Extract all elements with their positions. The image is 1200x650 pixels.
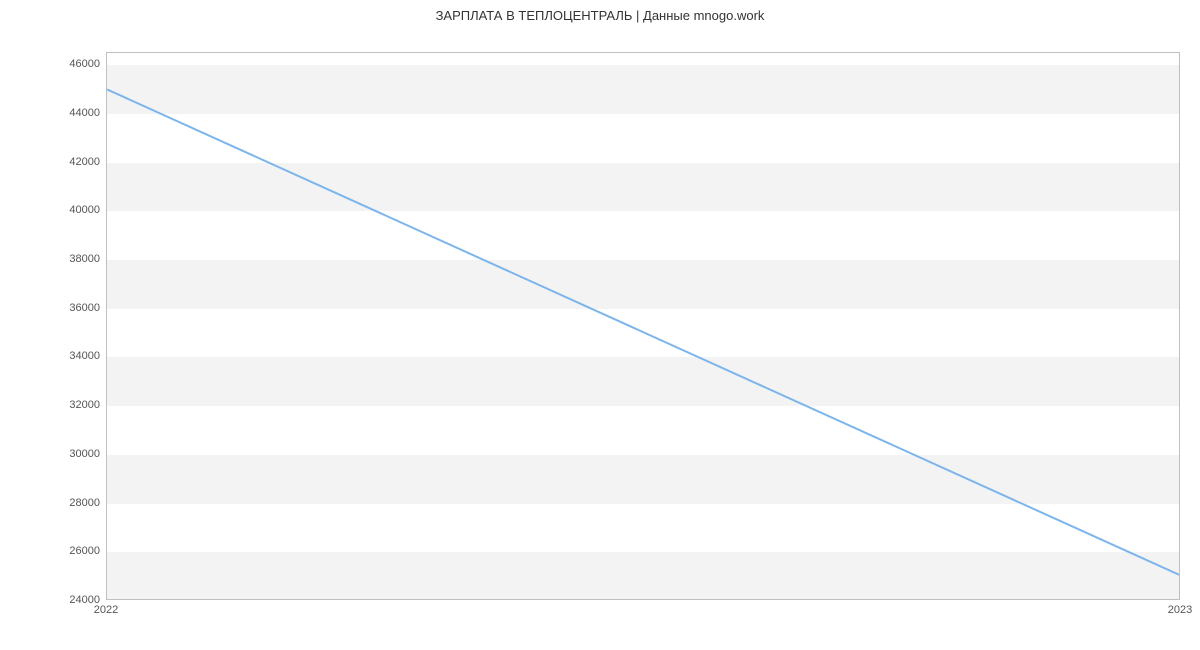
y-tick: 40000 (10, 204, 100, 216)
y-tick: 42000 (10, 156, 100, 168)
x-tick: 2022 (94, 604, 118, 616)
y-tick: 30000 (10, 448, 100, 460)
x-tick: 2023 (1168, 604, 1192, 616)
series-line (107, 53, 1179, 599)
y-tick: 34000 (10, 350, 100, 362)
y-tick: 44000 (10, 107, 100, 119)
chart-title: ЗАРПЛАТА В ТЕПЛОЦЕНТРАЛЬ | Данные mnogo.… (0, 8, 1200, 23)
y-tick: 26000 (10, 545, 100, 557)
y-tick: 32000 (10, 399, 100, 411)
y-tick: 46000 (10, 58, 100, 70)
y-tick: 36000 (10, 302, 100, 314)
plot-area (106, 52, 1180, 600)
y-tick: 38000 (10, 253, 100, 265)
y-tick: 28000 (10, 497, 100, 509)
chart-container: ЗАРПЛАТА В ТЕПЛОЦЕНТРАЛЬ | Данные mnogo.… (0, 0, 1200, 650)
y-tick: 24000 (10, 594, 100, 606)
